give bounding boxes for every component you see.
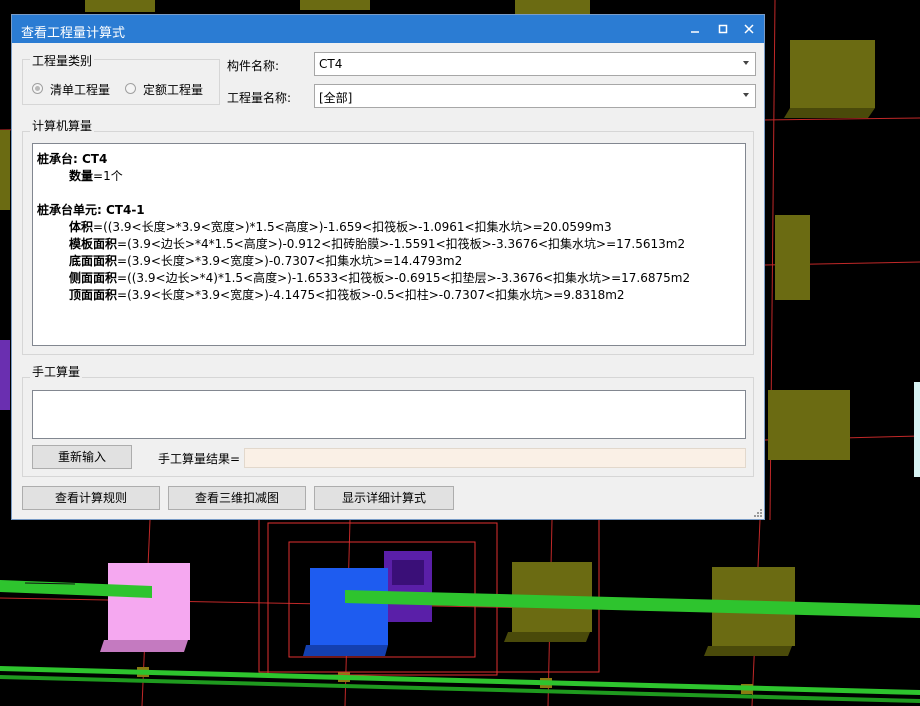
olive-edge-block (0, 130, 10, 210)
radio-list-quantity-label[interactable]: 清单工程量 (50, 81, 110, 98)
quantity-formula-dialog: 查看工程量计算式 工程量类别 清单工程量 定额工程量 构件名称: CT4 工程量… (11, 14, 765, 520)
manual-result-field[interactable] (244, 448, 746, 468)
maximize-icon[interactable] (712, 19, 734, 39)
quantity-category-label: 工程量类别 (30, 52, 95, 69)
result-line-0: 桩承台: CT4 (37, 152, 108, 166)
manual-calc-input[interactable] (32, 390, 746, 439)
chevron-down-icon (743, 61, 749, 65)
result-line-8: 顶面面积=(3.9<长度>*3.9<宽度>)-4.1475<扣筏板>-0.5<扣… (69, 288, 625, 302)
dialog-title: 查看工程量计算式 (21, 26, 126, 41)
component-name-label: 构件名称: (227, 59, 280, 73)
computer-calc-label: 计算机算量 (30, 117, 95, 134)
view-3d-deduction-button[interactable]: 查看三维扣减图 (168, 486, 306, 510)
quantity-name-label: 工程量名称: (227, 91, 292, 105)
close-icon[interactable] (738, 19, 760, 39)
radio-norm-quantity[interactable] (125, 83, 136, 94)
show-detail-formula-button[interactable]: 显示详细计算式 (314, 486, 454, 510)
component-name-value: CT4 (319, 57, 343, 71)
radio-list-quantity[interactable] (32, 83, 43, 94)
pink-block (100, 563, 190, 652)
cyan-edge-block (914, 382, 920, 477)
reenter-button[interactable]: 重新输入 (32, 445, 132, 469)
purple-pit (384, 551, 432, 622)
minimize-icon[interactable] (684, 19, 706, 39)
resize-grip-icon[interactable] (754, 509, 762, 517)
chevron-down-icon (743, 93, 749, 97)
result-line-5: 模板面积=(3.9<边长>*4*1.5<高度>)-0.912<扣砖胎膜>-1.5… (69, 237, 686, 251)
component-name-select[interactable]: CT4 (314, 52, 756, 76)
quantity-name-value: [全部] (319, 91, 353, 105)
manual-result-label: 手工算量结果= (158, 452, 241, 466)
computer-calc-results[interactable]: 桩承台: CT4 数量=1个 桩承台单元: CT4-1 体积=((3.9<长度>… (32, 143, 746, 346)
view-rules-button[interactable]: 查看计算规则 (22, 486, 160, 510)
result-line-6: 底面面积=(3.9<长度>*3.9<宽度>)-0.7307<扣集水坑>=14.4… (69, 254, 463, 268)
radio-norm-quantity-label[interactable]: 定额工程量 (143, 81, 203, 98)
result-line-3: 桩承台单元: CT4-1 (37, 203, 145, 217)
manual-calc-label: 手工算量 (30, 363, 83, 380)
purple-edge-block (0, 340, 10, 410)
result-line-1: 数量=1个 (69, 169, 123, 183)
selected-pile-cap[interactable] (303, 568, 388, 656)
result-line-4: 体积=((3.9<长度>*3.9<宽度>)*1.5<高度>)-1.659<扣筏板… (69, 220, 612, 234)
result-line-7: 侧面面积=((3.9<边长>*4)*1.5<高度>)-1.6533<扣筏板>-0… (69, 271, 691, 285)
dialog-titlebar[interactable]: 查看工程量计算式 (12, 15, 764, 43)
quantity-name-select[interactable]: [全部] (314, 84, 756, 108)
